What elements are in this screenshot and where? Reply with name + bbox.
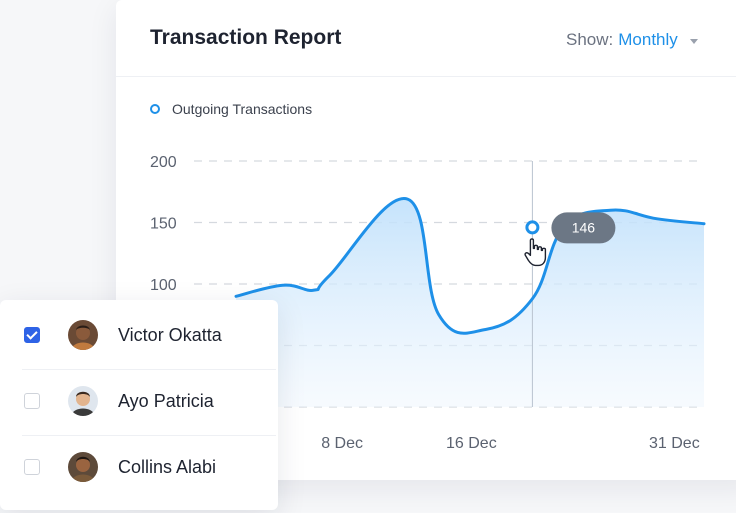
user-name: Collins Alabi bbox=[118, 457, 217, 477]
user-checkbox[interactable] bbox=[24, 393, 40, 409]
divider bbox=[22, 369, 276, 370]
user-checkbox-checked[interactable] bbox=[24, 327, 40, 343]
series-area bbox=[236, 198, 704, 407]
user-name: Victor Okatta bbox=[118, 325, 222, 345]
data-point-marker[interactable] bbox=[525, 220, 540, 235]
user-row[interactable]: Victor Okatta bbox=[0, 305, 278, 370]
y-tick-label: 200 bbox=[150, 154, 177, 171]
user-row[interactable]: Collins Alabi bbox=[0, 437, 278, 502]
divider bbox=[22, 435, 276, 436]
user-filter-list: Victor Okatta Ayo Patricia Collins Alabi bbox=[0, 300, 278, 510]
y-tick-label: 150 bbox=[150, 216, 177, 233]
user-checkbox[interactable] bbox=[24, 459, 40, 475]
value-tooltip: 146 bbox=[551, 212, 616, 244]
pointer-hand-icon bbox=[524, 238, 547, 267]
y-tick-label: 100 bbox=[150, 277, 177, 294]
tooltip-value: 146 bbox=[572, 219, 596, 235]
x-tick-label: 31 Dec bbox=[649, 435, 700, 452]
user-name: Ayo Patricia bbox=[118, 391, 214, 411]
user-row[interactable]: Ayo Patricia bbox=[0, 371, 278, 436]
x-tick-label: 16 Dec bbox=[446, 435, 497, 452]
avatar bbox=[68, 386, 98, 416]
avatar bbox=[68, 320, 98, 350]
x-tick-label: 8 Dec bbox=[321, 435, 363, 452]
avatar bbox=[68, 452, 98, 482]
